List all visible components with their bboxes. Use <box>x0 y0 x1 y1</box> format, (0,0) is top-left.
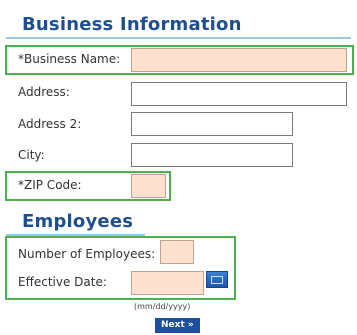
next-button[interactable]: Next » <box>155 318 200 333</box>
calendar-button[interactable] <box>206 271 228 288</box>
city-input[interactable] <box>131 143 293 167</box>
employees-heading: Employees <box>22 211 134 232</box>
calendar-icon <box>211 276 223 284</box>
zip-input[interactable] <box>131 174 166 198</box>
address-input[interactable] <box>131 82 347 106</box>
address-label: Address: <box>18 85 70 99</box>
address2-input[interactable] <box>131 112 293 136</box>
form-page: Business Information *Business Name: Add… <box>0 0 357 335</box>
zip-label: *ZIP Code: <box>18 178 82 192</box>
business-info-heading: Business Information <box>22 14 242 35</box>
num-employees-input[interactable] <box>160 240 194 264</box>
address2-label: Address 2: <box>18 117 82 131</box>
date-format-hint: (mm/dd/yyyy) <box>134 302 191 311</box>
effective-date-input[interactable] <box>131 271 204 295</box>
num-employees-label: Number of Employees: <box>18 247 156 261</box>
city-label: City: <box>18 148 45 162</box>
business-name-label: *Business Name: <box>18 52 121 66</box>
business-name-input[interactable] <box>131 48 347 72</box>
effective-date-label: Effective Date: <box>18 275 107 289</box>
business-heading-underline <box>6 37 351 39</box>
